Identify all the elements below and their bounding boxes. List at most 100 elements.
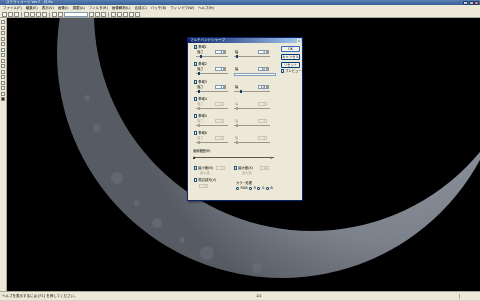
opt3-input[interactable]: 5 — [199, 184, 208, 188]
band4-checkbox-row[interactable]: 帯域4 — [194, 97, 207, 101]
range-high-handle[interactable] — [270, 156, 272, 159]
flip-icon[interactable] — [117, 11, 122, 17]
radio-rgb[interactable] — [236, 186, 239, 190]
reset-button[interactable]: リセット — [281, 62, 300, 68]
band3-width-spinner[interactable] — [267, 85, 269, 89]
slider-thumb[interactable] — [236, 55, 238, 58]
band6-strength-slider[interactable] — [196, 141, 228, 144]
band6-checkbox-row[interactable]: 帯域6 — [194, 131, 207, 135]
band5-strength-input[interactable]: 1 — [215, 119, 224, 123]
histogram-icon[interactable] — [89, 11, 94, 17]
opt1-checkbox[interactable] — [194, 166, 198, 170]
band3-width-input[interactable]: 1.8 — [258, 85, 267, 89]
undo-icon[interactable] — [42, 11, 47, 17]
band1-checkbox[interactable] — [194, 45, 198, 49]
opt2-row[interactable]: 最大値(X) — [234, 166, 253, 170]
slider-thumb[interactable] — [240, 90, 242, 93]
band3-strength-spinner[interactable] — [224, 85, 226, 89]
radio-r[interactable] — [249, 186, 253, 190]
band2-strength-slider[interactable] — [196, 72, 228, 75]
select-rect-tool-icon[interactable] — [1, 36, 5, 41]
new-file-icon[interactable] — [2, 11, 7, 17]
band6-checkbox[interactable] — [194, 131, 198, 135]
measure-tool-icon[interactable] — [1, 86, 5, 90]
slider-thumb[interactable] — [198, 124, 200, 127]
band4-checkbox[interactable] — [194, 97, 198, 101]
stamp-tool-icon[interactable] — [1, 64, 5, 68]
opt1-row[interactable]: 最小値(N) — [194, 166, 213, 170]
eraser-tool-icon[interactable] — [1, 58, 5, 63]
band3-strength-input[interactable]: 1 — [215, 85, 224, 89]
slider-thumb[interactable] — [236, 141, 238, 144]
band1-strength-input[interactable]: 3 — [215, 50, 224, 54]
band5-strength-slider[interactable] — [196, 124, 228, 127]
ok-button[interactable]: OK — [281, 46, 300, 52]
minimize-button[interactable]: – — [463, 0, 468, 5]
band2-width-bar[interactable] — [234, 73, 276, 76]
band5-checkbox[interactable] — [194, 114, 198, 118]
select-ellipse-tool-icon[interactable] — [1, 42, 5, 46]
close-window-button[interactable]: × — [474, 0, 479, 5]
pointer-tool-icon[interactable] — [1, 20, 5, 24]
band3-strength-slider[interactable] — [196, 90, 228, 93]
range-slider[interactable] — [193, 155, 274, 160]
save-icon[interactable] — [14, 11, 19, 17]
line-tool-icon[interactable] — [1, 75, 5, 79]
opt3-checkbox[interactable] — [194, 178, 198, 182]
opt2-input[interactable]: 10 — [260, 166, 269, 170]
slider-thumb[interactable] — [198, 72, 200, 75]
foreground-color-swatch[interactable] — [1, 97, 5, 101]
zoom-in-icon[interactable] — [52, 11, 57, 17]
band4-width-input[interactable]: 1 — [258, 102, 267, 106]
band1-width-input[interactable]: 2 — [258, 50, 267, 54]
rotate-icon[interactable] — [111, 11, 116, 17]
radio-b[interactable] — [265, 186, 269, 190]
preview-checkbox-row[interactable]: プレビュー(P) — [281, 69, 306, 73]
band4-width-slider[interactable] — [234, 107, 270, 110]
band1-checkbox-row[interactable]: 帯域1 — [194, 45, 207, 49]
band5-width-input[interactable]: 1 — [258, 119, 267, 123]
brush-tool-icon[interactable] — [1, 53, 5, 57]
band1-strength-slider[interactable] — [196, 55, 228, 58]
band2-width-spinner[interactable] — [267, 67, 269, 71]
slider-thumb[interactable] — [198, 141, 200, 144]
eyedropper-tool-icon[interactable] — [1, 80, 5, 85]
zoom-tool-icon[interactable] — [1, 31, 5, 35]
cut-icon[interactable] — [24, 11, 29, 17]
band4-strength-slider[interactable] — [196, 107, 228, 110]
band2-checkbox[interactable] — [194, 62, 198, 66]
range-low-handle[interactable] — [193, 156, 195, 159]
cancel-button[interactable]: キャンセル — [281, 54, 300, 60]
levels-icon[interactable] — [95, 11, 100, 17]
band3-checkbox-row[interactable]: 帯域3 — [194, 80, 207, 84]
band2-strength-input[interactable]: 1 — [215, 67, 224, 71]
opt1-input[interactable]: 1 — [216, 166, 225, 170]
curves-icon[interactable] — [101, 11, 106, 17]
help-icon[interactable] — [135, 11, 140, 17]
band1-strength-spinner[interactable] — [224, 50, 226, 54]
opt2-checkbox[interactable] — [234, 166, 238, 170]
band4-strength-input[interactable]: 1 — [215, 102, 224, 106]
copy-icon[interactable] — [30, 11, 35, 17]
star-tool-icon[interactable] — [1, 91, 5, 96]
info-icon[interactable] — [129, 11, 134, 17]
band3-width-slider[interactable] — [234, 90, 270, 93]
zoom-out-icon[interactable] — [58, 11, 63, 17]
lasso-tool-icon[interactable] — [1, 47, 5, 52]
preview-checkbox[interactable] — [281, 69, 285, 73]
text-tool-icon[interactable] — [1, 69, 5, 74]
band5-checkbox-row[interactable]: 帯域5 — [194, 114, 207, 118]
slider-thumb[interactable] — [198, 90, 200, 93]
open-file-icon[interactable] — [8, 11, 13, 17]
crop-icon[interactable] — [123, 11, 128, 17]
radio-g[interactable] — [257, 186, 261, 190]
maximize-button[interactable]: □ — [468, 0, 474, 5]
band6-strength-input[interactable]: 1 — [215, 136, 224, 140]
zoom-combo[interactable] — [64, 11, 88, 17]
hand-tool-icon[interactable] — [1, 25, 5, 30]
band2-strength-spinner[interactable] — [224, 67, 226, 71]
slider-thumb[interactable] — [236, 107, 238, 110]
band5-width-slider[interactable] — [234, 124, 270, 127]
dialog-close-icon[interactable]: × — [297, 38, 301, 43]
band6-width-input[interactable]: 1 — [258, 136, 267, 140]
